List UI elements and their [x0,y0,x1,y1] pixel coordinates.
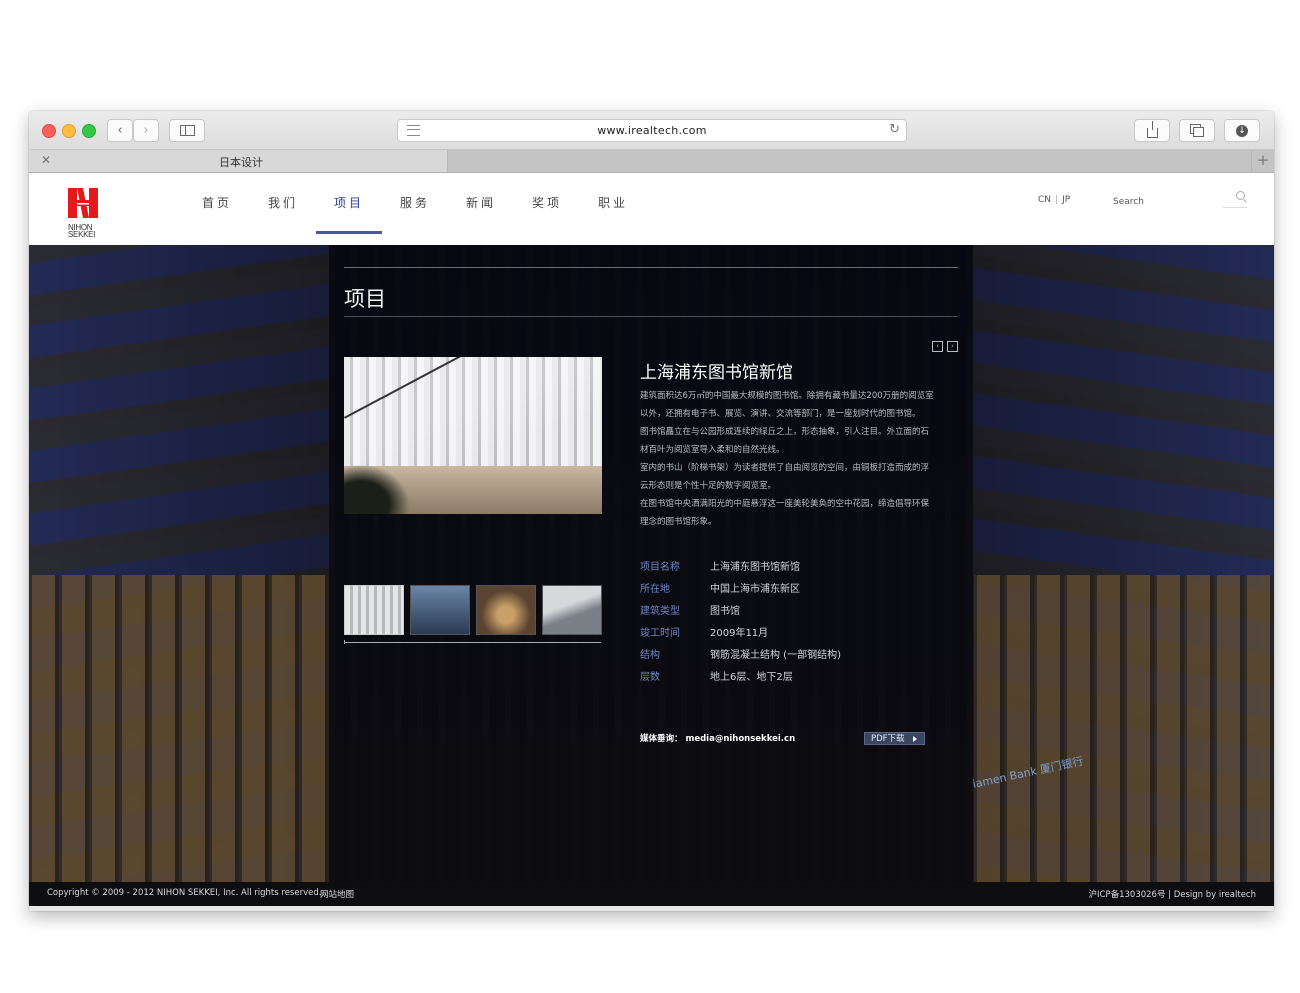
project-pager: ‹ › [932,341,958,352]
project-panel: 项目 ‹ › 上海浦东图书馆新馆 建筑面积达6万㎡的中国最大规模的图书馆。除拥有… [329,245,973,882]
tabs-overview-button[interactable] [1179,119,1215,142]
play-arrow-icon [913,736,917,742]
chevron-left-icon: ‹ [117,123,123,138]
nav-home[interactable]: 首页 [184,173,250,224]
spec-value: 图书馆 [710,606,740,617]
spec-row: 竣工时间 2009年11月 [640,624,841,646]
nav-news[interactable]: 新闻 [448,173,514,224]
nav-careers[interactable]: 职业 [580,173,646,224]
spec-label: 建筑类型 [640,606,680,617]
share-button[interactable] [1134,119,1170,142]
zoom-window-button[interactable] [82,124,96,138]
prev-project-button[interactable]: ‹ [932,341,943,352]
chevron-right-icon: › [143,123,149,138]
spec-row: 结构 钢筋混凝土结构 (一部钢结构) [640,646,841,668]
downloads-button[interactable]: ↓ [1224,119,1260,142]
sitemap-link[interactable]: 网站地图 [320,888,354,900]
tab-nihon-sekkei[interactable]: ✕ 日本设计 [29,150,448,172]
spec-label: 竣工时间 [640,628,680,639]
lang-cn-link[interactable]: CN [1038,195,1051,205]
pdf-download-button[interactable]: PDF下载 [864,732,925,745]
project-title: 上海浦东图书馆新馆 [640,363,793,383]
photo-thumbnails [344,585,602,635]
section-title: 项目 [344,287,386,311]
icp-credit[interactable]: 沪ICP备1303026号 | Design by irealtech [1089,888,1256,900]
sidebar-toggle-button[interactable] [169,119,205,142]
spec-value: 上海浦东图书馆新馆 [710,562,800,573]
logo-mark-icon [68,188,98,218]
back-button[interactable]: ‹ [107,119,133,142]
window-bottom-edge [29,906,1274,911]
browser-window: ‹ › www.irealtech.com ↻ ↓ ✕ 日本设计 + NIHON… [29,111,1274,911]
background-building-right [974,245,1274,882]
address-url: www.irealtech.com [597,124,707,137]
language-switcher: CN | JP [1038,195,1070,205]
new-tab-button[interactable]: + [1251,150,1274,172]
download-icon: ↓ [1236,124,1248,137]
forward-button[interactable]: › [133,119,159,142]
thumbnail-1[interactable] [344,585,404,635]
spec-row: 项目名称 上海浦东图书馆新馆 [640,558,841,580]
lang-jp-link[interactable]: JP [1062,195,1070,205]
search-icon[interactable] [1236,191,1245,200]
next-project-button[interactable]: › [947,341,958,352]
search-input[interactable] [1113,194,1223,210]
close-window-button[interactable] [42,124,56,138]
sidebar-icon [179,125,195,136]
spec-value: 钢筋混凝土结构 (一部钢结构) [710,650,841,661]
background-building-left [29,245,329,882]
nav-about[interactable]: 我们 [250,173,316,224]
site-footer: Copyright © 2009 - 2012 NIHON SEKKEI, In… [29,882,1274,906]
lang-separator: | [1055,195,1059,205]
tab-bar: ✕ 日本设计 + [29,150,1274,173]
nav-projects[interactable]: 项目 [316,173,382,234]
address-bar[interactable]: www.irealtech.com ↻ [397,119,907,142]
divider [344,267,958,268]
reload-icon[interactable]: ↻ [889,122,900,137]
minimize-window-button[interactable] [62,124,76,138]
spec-label: 层数 [640,672,660,683]
divider [344,316,958,317]
pdf-download-label: PDF下载 [871,734,905,744]
spec-row: 所在地 中国上海市浦东新区 [640,580,841,602]
spec-label: 结构 [640,650,660,661]
browser-toolbar: ‹ › www.irealtech.com ↻ ↓ [29,111,1274,150]
share-icon [1146,120,1158,138]
thumbnail-3[interactable] [476,585,536,635]
spec-label: 所在地 [640,584,670,595]
tabs-icon [1192,126,1204,137]
nav-services[interactable]: 服务 [382,173,448,224]
spec-value: 2009年11月 [710,628,769,639]
project-description: 建筑面积达6万㎡的中国最大规模的图书馆。除拥有藏书量达200万册的阅览室以外，还… [640,391,934,527]
nihon-sekkei-logo[interactable]: NIHON SEKKEI [68,188,100,239]
main-project-photo[interactable] [344,357,602,514]
spec-value: 地上6层、地下2层 [710,672,793,683]
thumbnail-scrollbar[interactable] [344,640,601,644]
close-icon[interactable]: ✕ [41,153,51,167]
tab-title: 日本设计 [219,156,263,169]
project-hero: Xiamen Bank 厦门银行 项目 ‹ › 上海浦东图书馆新馆 建筑面积达6… [29,245,1274,882]
nav-awards[interactable]: 奖项 [514,173,580,224]
project-specs: 项目名称 上海浦东图书馆新馆 所在地 中国上海市浦东新区 建筑类型 图书馆 竣工… [640,558,841,690]
spec-row: 层数 地上6层、地下2层 [640,668,841,690]
spec-value: 中国上海市浦东新区 [710,584,800,595]
site-search [1113,189,1247,210]
copyright-text: Copyright © 2009 - 2012 NIHON SEKKEI, In… [47,888,322,898]
thumbnail-4[interactable] [542,585,602,635]
spec-label: 项目名称 [640,562,680,573]
main-nav: 首页 我们 项目 服务 新闻 奖项 职业 [184,173,646,245]
logo-text: NIHON SEKKEI [68,223,96,239]
spec-row: 建筑类型 图书馆 [640,602,841,624]
site-header: NIHON SEKKEI 首页 我们 项目 服务 新闻 奖项 职业 CN | JP [29,173,1274,245]
media-contact[interactable]: 媒体垂询： media@nihonsekkei.cn [640,732,795,744]
thumbnail-2[interactable] [410,585,470,635]
